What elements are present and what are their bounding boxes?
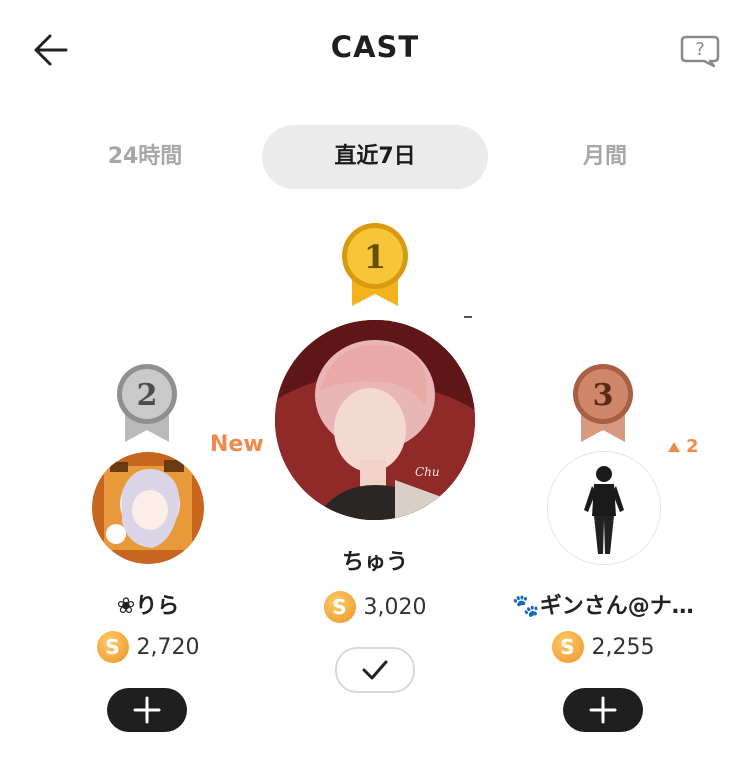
divider-mark	[464, 316, 472, 318]
rank-2-medal-icon: 2	[113, 362, 181, 446]
tab-monthly[interactable]: 月間	[520, 125, 690, 189]
score-rank-2: S 2,720	[60, 630, 236, 664]
svg-text:Chu: Chu	[415, 465, 440, 479]
coin-icon: S	[96, 631, 129, 663]
rank-change: 2	[668, 436, 699, 457]
rank-3-number: 3	[593, 378, 614, 413]
score-value: 3,020	[363, 594, 427, 620]
cast-name-rank-2: ❀りら	[116, 594, 180, 619]
avatar-rank-1[interactable]: Chu	[275, 320, 475, 520]
tab-24h[interactable]: 24時間	[60, 125, 230, 189]
check-icon	[362, 660, 388, 680]
score-rank-1: S 3,020	[275, 590, 475, 624]
svg-text:?: ?	[695, 39, 705, 60]
add-button-rank-2[interactable]	[107, 688, 187, 732]
page-title: CAST	[330, 30, 420, 64]
rank-2-number: 2	[137, 378, 158, 413]
new-badge: New	[210, 432, 264, 457]
rank-change-value: 2	[686, 436, 699, 457]
rank-3-medal-icon: 3	[569, 362, 637, 446]
cast-name-rank-1: ちゅう	[341, 550, 408, 575]
avatar-rank-3[interactable]	[547, 451, 661, 565]
score-rank-3: S 2,255	[500, 630, 706, 664]
plus-icon	[133, 696, 161, 724]
add-button-rank-3[interactable]	[563, 688, 643, 732]
rank-1-medal-icon: 1	[338, 220, 412, 310]
plus-icon	[589, 696, 617, 724]
question-bubble-icon: ?	[680, 35, 720, 68]
score-value: 2,720	[136, 634, 200, 660]
tab-7days[interactable]: 直近7日	[262, 125, 488, 189]
coin-icon: S	[323, 591, 356, 623]
score-value: 2,255	[591, 634, 655, 660]
cast-name-rank-3: 🐾ギンさん@ナ…	[512, 594, 694, 619]
triangle-up-icon	[668, 441, 680, 452]
rank-1-number: 1	[364, 238, 386, 276]
coin-icon: S	[551, 631, 584, 663]
check-button[interactable]	[335, 647, 415, 693]
help-button[interactable]: ?	[680, 34, 720, 68]
avatar-rank-2[interactable]	[92, 452, 204, 564]
